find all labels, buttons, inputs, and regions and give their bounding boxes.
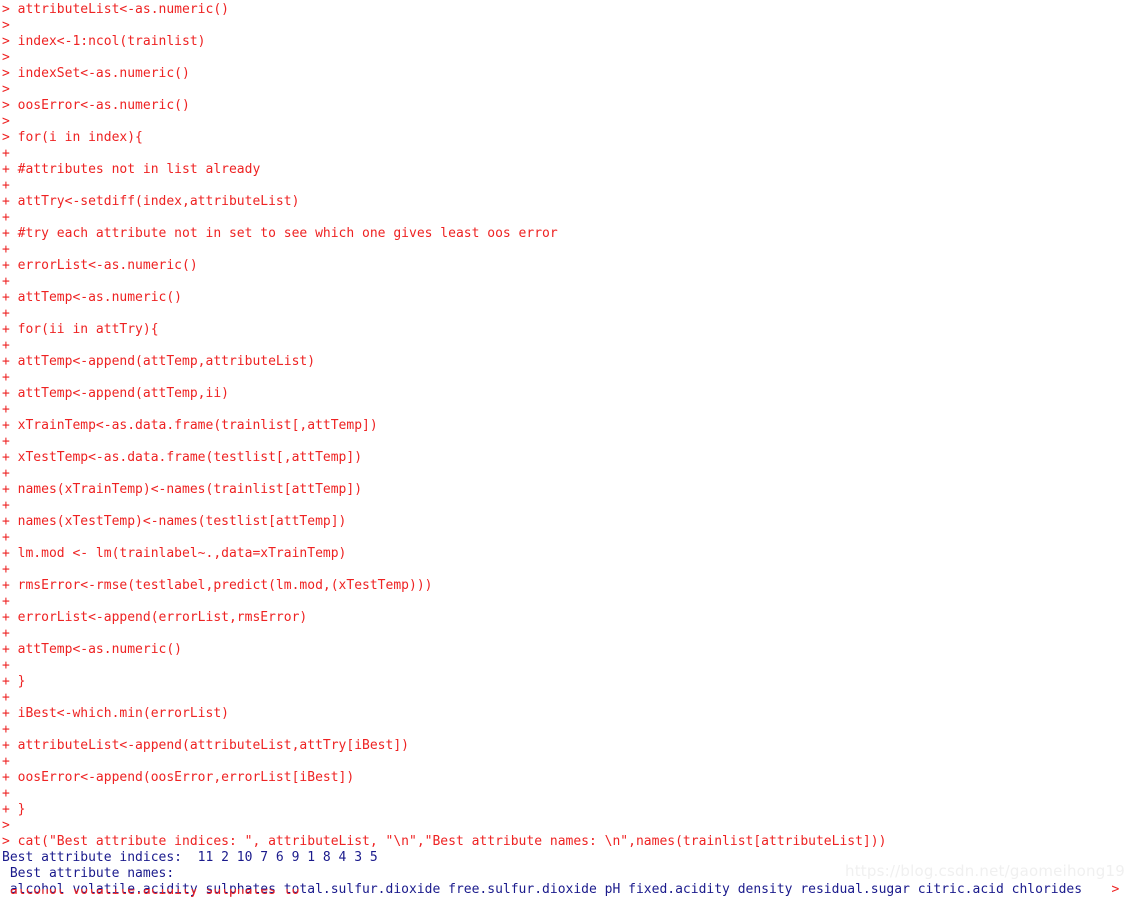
console-input-line: + lm.mod <- lm(trainlabel~.,data=xTrainT… xyxy=(2,546,347,561)
clipped-next-line-text: alcohol volatile.acidity sulphates to xyxy=(2,889,300,898)
console-output-line: Best attribute names: xyxy=(2,866,175,881)
console-input-line: + xyxy=(2,594,10,609)
console-input-line: + xyxy=(2,402,10,417)
console-input-line: > cat("Best attribute indices: ", attrib… xyxy=(2,834,887,849)
console-input-line: + #attributes not in list already xyxy=(2,162,261,177)
console-output-line: Best attribute indices: 11 2 10 7 6 9 1 … xyxy=(2,850,378,865)
trailing-prompt: > xyxy=(1111,882,1120,897)
clipped-next-line: alcohol volatile.acidity sulphates to xyxy=(2,889,300,899)
watermark: https://blog.csdn.net/gaomeihong1993 xyxy=(845,862,1124,880)
console-input-line: + attTemp<-append(attTemp,attributeList) xyxy=(2,354,316,369)
console-input-line: + iBest<-which.min(errorList) xyxy=(2,706,229,721)
console-input-line: + xyxy=(2,530,10,545)
console-input-line: + xyxy=(2,690,10,705)
console-input-line: > for(i in index){ xyxy=(2,130,143,145)
console-input-line: + xyxy=(2,274,10,289)
console-input-line: + xyxy=(2,338,10,353)
console-input-line: > attributeList<-as.numeric() xyxy=(2,2,229,17)
console-input-line: + xyxy=(2,370,10,385)
console-input-line: + names(xTestTemp)<-names(testlist[attTe… xyxy=(2,514,347,529)
console-input-line: + xyxy=(2,178,10,193)
r-console-output[interactable]: > attributeList<-as.numeric() > > index<-1… xyxy=(0,0,1124,899)
console-input-line: > oosError<-as.numeric() xyxy=(2,98,190,113)
console-input-line: > xyxy=(2,18,10,33)
console-input-line: + xyxy=(2,754,10,769)
console-input-line: + } xyxy=(2,802,26,817)
console-input-line: + xyxy=(2,434,10,449)
console-input-line: > xyxy=(2,818,10,833)
console-input-line: + errorList<-append(errorList,rmsError) xyxy=(2,610,308,625)
console-input-line: + attTemp<-as.numeric() xyxy=(2,642,183,657)
console-input-line: + xyxy=(2,210,10,225)
console-input-line: + xyxy=(2,658,10,673)
console-input-line: + } xyxy=(2,674,26,689)
console-input-line: > xyxy=(2,50,10,65)
console-input-line: + xyxy=(2,306,10,321)
console-input-line: + attTry<-setdiff(index,attributeList) xyxy=(2,194,300,209)
console-input-line: + attTemp<-as.numeric() xyxy=(2,290,183,305)
console-input-line: + attTemp<-append(attTemp,ii) xyxy=(2,386,229,401)
console-input-line: + attributeList<-append(attributeList,at… xyxy=(2,738,409,753)
console-input-line: + xyxy=(2,786,10,801)
console-input-line: + xyxy=(2,498,10,513)
console-input-line: > index<-1:ncol(trainlist) xyxy=(2,34,206,49)
console-input-line: + xTestTemp<-as.data.frame(testlist[,att… xyxy=(2,450,363,465)
console-input-line: + xyxy=(2,242,10,257)
console-input-line: + rmsError<-rmse(testlabel,predict(lm.mo… xyxy=(2,578,433,593)
console-input-line: + xyxy=(2,146,10,161)
console-input-line: + xyxy=(2,562,10,577)
console-input-line: > xyxy=(2,82,10,97)
console-input-line: + names(xTrainTemp)<-names(trainlist[att… xyxy=(2,482,363,497)
console-input-line: + xyxy=(2,466,10,481)
console-input-line: + #try each attribute not in set to see … xyxy=(2,226,558,241)
console-input-line: + xyxy=(2,722,10,737)
console-input-line: + for(ii in attTry){ xyxy=(2,322,159,337)
console-input-line: + xTrainTemp<-as.data.frame(trainlist[,a… xyxy=(2,418,378,433)
console-input-line: > indexSet<-as.numeric() xyxy=(2,66,190,81)
console-input-line: > xyxy=(2,114,10,129)
console-input-line: + oosError<-append(oosError,errorList[iB… xyxy=(2,770,355,785)
console-input-line: + xyxy=(2,626,10,641)
console-input-line: + errorList<-as.numeric() xyxy=(2,258,198,273)
